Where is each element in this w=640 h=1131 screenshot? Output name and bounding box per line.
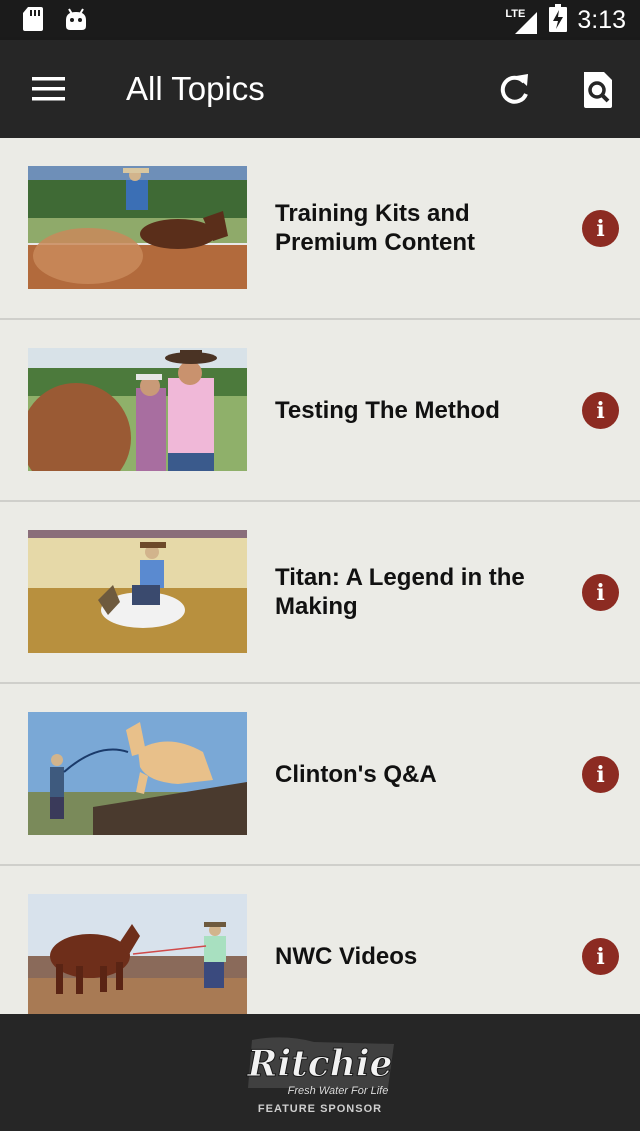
- topic-title: Testing The Method: [275, 396, 500, 424]
- refresh-button[interactable]: [494, 70, 534, 110]
- signal-icon: LTE: [505, 6, 539, 36]
- topic-thumbnail: [28, 348, 247, 471]
- search-icon: [584, 72, 612, 108]
- info-button[interactable]: i: [582, 574, 619, 611]
- menu-button[interactable]: [28, 70, 68, 110]
- topic-thumbnail: [28, 530, 247, 653]
- page-title: All Topics: [126, 70, 265, 107]
- android-icon: [64, 6, 88, 37]
- battery-charging-icon: [549, 4, 568, 37]
- menu-icon: [32, 77, 65, 101]
- list-item[interactable]: Testing The Method i: [0, 320, 640, 502]
- list-item[interactable]: NWC Videos i: [0, 866, 640, 1014]
- svg-text:Ritchie: Ritchie: [247, 1043, 393, 1085]
- info-icon: i: [596, 579, 605, 606]
- list-item[interactable]: Training Kits and Premium Content i: [0, 138, 640, 320]
- svg-text:Fresh Water For Life: Fresh Water For Life: [288, 1085, 389, 1097]
- info-icon: i: [596, 943, 605, 970]
- topic-thumbnail: [28, 712, 247, 835]
- status-bar: LTE 3:13: [0, 0, 640, 40]
- info-button[interactable]: i: [582, 938, 619, 975]
- topic-thumbnail: [28, 894, 247, 1014]
- info-icon: i: [596, 215, 605, 242]
- search-button[interactable]: [580, 70, 616, 110]
- topic-title: Training Kits and Premium Content: [275, 200, 476, 256]
- info-icon: i: [596, 397, 605, 424]
- list-item[interactable]: Titan: A Legend in the Making i: [0, 502, 640, 684]
- info-icon: i: [596, 761, 605, 788]
- topic-thumbnail: [28, 166, 247, 289]
- app-bar: All Topics: [0, 40, 640, 138]
- topic-title: Clinton's Q&A: [275, 760, 437, 788]
- refresh-icon: [500, 74, 528, 104]
- sponsor-logo: Ritchie Fresh Water For Life: [246, 1037, 394, 1097]
- topic-title: NWC Videos: [275, 942, 418, 970]
- info-button[interactable]: i: [582, 210, 619, 247]
- topic-title: Titan: A Legend in the Making: [275, 564, 525, 620]
- info-button[interactable]: i: [582, 392, 619, 429]
- list-item[interactable]: Clinton's Q&A i: [0, 684, 640, 866]
- topics-list: Training Kits and Premium Content i Test…: [0, 138, 640, 1014]
- sd-card-icon: [22, 6, 44, 37]
- clock: 3:13: [577, 6, 626, 34]
- sponsor-banner[interactable]: Ritchie Fresh Water For Life FEATURE SPO…: [0, 1014, 640, 1131]
- sponsor-label: FEATURE SPONSOR: [257, 1103, 383, 1115]
- info-button[interactable]: i: [582, 756, 619, 793]
